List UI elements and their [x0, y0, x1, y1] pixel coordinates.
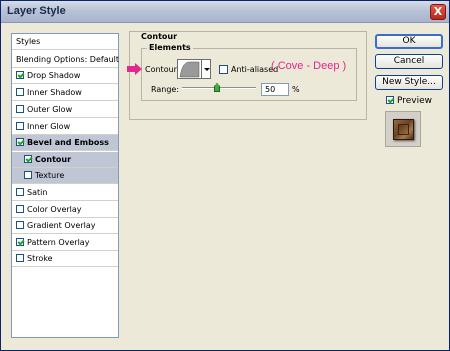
contour-curve-icon: [179, 61, 200, 78]
elements-group-title: Elements: [147, 43, 193, 52]
drop-shadow-checkbox[interactable]: [16, 71, 24, 79]
sidebar-item-label: Gradient Overlay: [27, 221, 96, 230]
layer-style-dialog: Layer Style X Styles Blending Options: De…: [0, 0, 450, 351]
sidebar-item-label: Blending Options: Default: [16, 55, 120, 64]
sidebar-item-stroke[interactable]: Stroke: [12, 251, 118, 267]
outer-glow-checkbox[interactable]: [16, 105, 24, 113]
inner-glow-checkbox[interactable]: [16, 122, 24, 130]
styles-list: Styles Blending Options: Default Drop Shad…: [11, 33, 119, 338]
sidebar-item-label: Texture: [35, 171, 65, 180]
sidebar-item-outer-glow[interactable]: Outer Glow: [12, 102, 118, 118]
color-overlay-checkbox[interactable]: [16, 205, 24, 213]
contour-picker[interactable]: [177, 59, 202, 79]
preview-bevel-face: [398, 124, 409, 135]
sidebar-item-contour[interactable]: Contour: [12, 152, 118, 168]
chevron-down-icon: [204, 68, 210, 71]
preview-swatch: [385, 111, 421, 147]
satin-checkbox[interactable]: [16, 188, 24, 196]
texture-checkbox[interactable]: [24, 171, 32, 179]
sidebar-item-label: Bevel and Emboss: [27, 138, 109, 147]
range-label: Range:: [151, 85, 180, 94]
contour-dropdown-button[interactable]: [202, 59, 211, 79]
annotation-text: ( Cove - Deep ): [271, 60, 347, 72]
range-input[interactable]: 50: [261, 83, 289, 96]
sidebar-item-label: Inner Glow: [27, 122, 71, 131]
range-unit: %: [292, 85, 300, 94]
contour-label: Contour:: [145, 65, 180, 74]
sidebar-item-label: Outer Glow: [27, 105, 73, 114]
ok-button[interactable]: OK: [375, 34, 443, 49]
preview-checkbox[interactable]: [386, 96, 394, 104]
cancel-button[interactable]: Cancel: [375, 54, 443, 69]
preview-toggle[interactable]: Preview: [386, 96, 432, 106]
gradient-overlay-checkbox[interactable]: [16, 221, 24, 229]
sidebar-item-label: Pattern Overlay: [27, 238, 90, 247]
sidebar-item-label: Stroke: [27, 254, 53, 263]
sidebar-item-satin[interactable]: Satin: [12, 185, 118, 201]
inner-shadow-checkbox[interactable]: [16, 88, 24, 96]
bevel-and-emboss-checkbox[interactable]: [16, 138, 24, 146]
sidebar-item-label: Satin: [27, 188, 48, 197]
new-style-button[interactable]: New Style...: [375, 75, 443, 90]
sidebar-item-bevel-and-emboss[interactable]: Bevel and Emboss: [12, 135, 118, 151]
sidebar-item-label: Contour: [35, 155, 72, 164]
sidebar-item-inner-shadow[interactable]: Inner Shadow: [12, 85, 118, 101]
sidebar-item-drop-shadow[interactable]: Drop Shadow: [12, 68, 118, 84]
anti-aliased-checkbox[interactable]: [219, 65, 228, 74]
window-title: Layer Style: [7, 5, 66, 17]
sidebar-item-inner-glow[interactable]: Inner Glow: [12, 119, 118, 135]
preview-label: Preview: [397, 96, 433, 106]
panel-title: Contour: [139, 32, 180, 41]
sidebar-item-texture[interactable]: Texture: [12, 168, 118, 184]
sidebar-item-gradient-overlay[interactable]: Gradient Overlay: [12, 218, 118, 234]
sidebar-item-pattern-overlay[interactable]: Pattern Overlay: [12, 235, 118, 251]
pattern-overlay-checkbox[interactable]: [16, 238, 24, 246]
sidebar-item-color-overlay[interactable]: Color Overlay: [12, 202, 118, 218]
sidebar-item-label: Color Overlay: [27, 205, 82, 214]
sidebar-item-label: Styles: [16, 37, 41, 46]
sidebar-item-blending-options[interactable]: Blending Options: Default: [12, 52, 120, 68]
contour-checkbox[interactable]: [24, 155, 32, 163]
style-preview-thumbnail: [393, 119, 414, 140]
pointer-arrow-icon: [127, 63, 142, 75]
stroke-checkbox[interactable]: [16, 254, 24, 262]
sidebar-item-label: Inner Shadow: [27, 88, 82, 97]
sidebar-item-label: Drop Shadow: [27, 71, 81, 80]
title-bar: Layer Style X: [1, 1, 449, 23]
sidebar-item-styles[interactable]: Styles: [12, 34, 118, 50]
close-button[interactable]: X: [430, 4, 446, 20]
